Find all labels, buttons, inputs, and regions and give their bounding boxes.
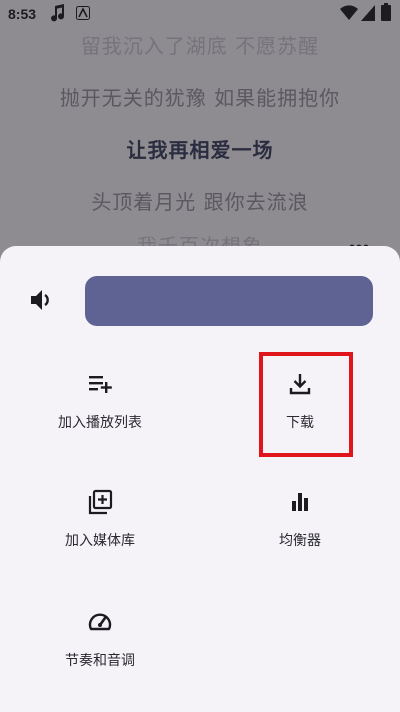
playlist-add-icon: [86, 370, 114, 398]
equalizer-button[interactable]: 均衡器: [200, 488, 400, 588]
lyric-line-current: 让我再相爱一场: [126, 138, 274, 162]
add-to-library-label: 加入媒体库: [65, 533, 135, 549]
volume-icon[interactable]: [28, 286, 56, 314]
tempo-pitch-button[interactable]: 节奏和音调: [0, 608, 200, 708]
lyric-line: 抛开无关的犹豫 如果能拥抱你: [59, 86, 341, 110]
download-highlight-box: [259, 352, 353, 457]
equalizer-label: 均衡器: [279, 533, 321, 549]
signal-icon: [361, 5, 375, 24]
bottom-sheet: 加入播放列表 下载 加入媒体库 均衡器 节奏和音调: [0, 246, 400, 712]
add-to-playlist-label: 加入播放列表: [58, 415, 142, 431]
add-to-library-button[interactable]: 加入媒体库: [0, 488, 200, 588]
volume-slider[interactable]: [85, 276, 373, 326]
speed-icon: [86, 608, 114, 636]
tempo-pitch-label: 节奏和音调: [65, 653, 135, 669]
battery-icon: [381, 3, 391, 24]
lyric-line: 头顶着月光 跟你去流浪: [91, 190, 309, 214]
add-to-playlist-button[interactable]: 加入播放列表: [0, 370, 200, 470]
app-notification-icon: [76, 6, 90, 23]
lyric-line: 留我沉入了湖底 不愿苏醒: [80, 34, 320, 58]
status-bar: 8:53: [0, 0, 400, 28]
equalizer-icon: [286, 488, 314, 516]
more-options-icon[interactable]: [349, 236, 369, 250]
status-time: 8:53: [8, 6, 37, 22]
music-note-icon: [50, 4, 66, 25]
library-add-icon: [86, 488, 114, 516]
wifi-icon: [340, 5, 358, 24]
